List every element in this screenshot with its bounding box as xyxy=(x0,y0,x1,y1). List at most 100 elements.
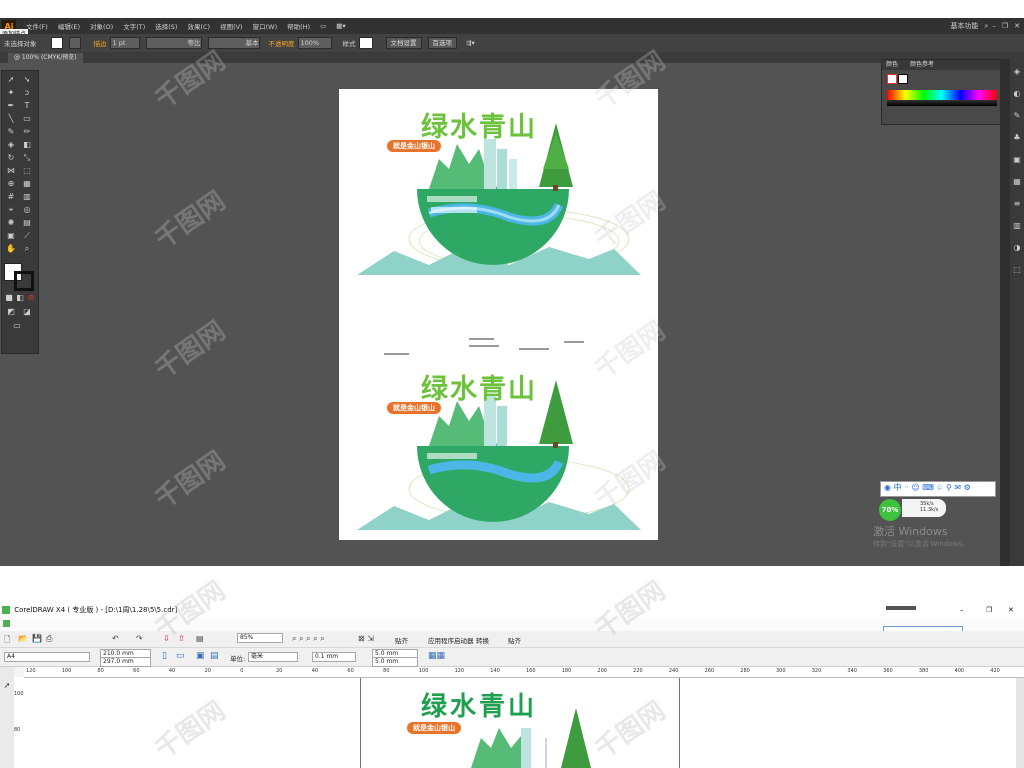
color-mode-icon[interactable]: ■ xyxy=(4,293,14,303)
slice-tool-icon[interactable]: ⟋ xyxy=(22,231,32,241)
lasso-icon[interactable]: ↄ xyxy=(22,88,32,98)
duplicate-y-field[interactable]: 5.0 mm xyxy=(372,657,418,667)
redo-icon[interactable]: ↷ xyxy=(136,634,143,643)
paste-button[interactable]: 贴齐 xyxy=(508,635,521,645)
transform-icon[interactable]: ⬚ xyxy=(1012,265,1022,275)
undo-icon[interactable]: ↶ xyxy=(112,634,119,643)
menu-window[interactable]: 窗口(W) xyxy=(253,21,278,31)
landscape-icon[interactable]: ▭ xyxy=(176,651,185,661)
opacity-field[interactable]: 100% xyxy=(297,37,332,49)
pick-tool-icon[interactable]: ➚ xyxy=(2,681,12,691)
search-icon[interactable]: ⌕ xyxy=(984,22,988,31)
draw-mode-icon[interactable]: ◩ xyxy=(6,307,16,317)
zoom-level-field[interactable]: 85% xyxy=(237,633,283,643)
gradient-panel-icon[interactable]: ▥ xyxy=(1012,221,1022,231)
cd-restore-icon[interactable]: ❐ xyxy=(986,603,992,617)
print-icon[interactable]: ⎙ xyxy=(46,634,52,644)
stroke-weight-field[interactable]: 1 pt xyxy=(109,37,140,49)
new-doc-icon[interactable]: 🗋 xyxy=(4,634,10,648)
scrollbar-vertical[interactable] xyxy=(1000,59,1010,566)
align-icon[interactable]: ⇶▾ xyxy=(466,39,475,47)
artboard-tool-icon[interactable]: ▣ xyxy=(6,231,16,241)
save-icon[interactable]: 💾 xyxy=(32,634,42,643)
restore-icon[interactable]: ❐ xyxy=(1002,22,1008,30)
cd-close-icon[interactable]: ✕ xyxy=(1008,603,1014,617)
hand-tool-icon[interactable]: ✋ xyxy=(6,244,16,254)
paper-size-select[interactable]: A4 xyxy=(4,652,90,662)
paintbrush-icon[interactable]: ✎ xyxy=(6,127,16,137)
arrange-icon[interactable]: ▭ xyxy=(320,22,326,30)
menu-view[interactable]: 视图(V) xyxy=(220,21,243,31)
layout-icon[interactable]: ▦▾ xyxy=(336,22,345,30)
none-mode-icon[interactable]: ⊘ xyxy=(26,293,36,303)
shape-builder-icon[interactable]: ⊕ xyxy=(6,179,16,189)
swatches-icon[interactable]: ▦ xyxy=(1012,177,1022,187)
current-page-icon[interactable]: ▤ xyxy=(210,651,219,661)
rectangle-tool-icon[interactable]: ▭ xyxy=(22,114,32,124)
workspace-switcher[interactable]: 基本功能 xyxy=(950,21,978,31)
crop-icon[interactable]: ⊠ ⇲ xyxy=(358,634,374,643)
graphic-styles-icon[interactable]: ▣ xyxy=(1012,155,1022,165)
menu-select[interactable]: 选择(S) xyxy=(155,21,177,31)
symbol-sprayer-icon[interactable]: ✺ xyxy=(6,218,16,228)
mesh-icon[interactable]: # xyxy=(6,192,16,202)
minimize-icon[interactable]: – xyxy=(992,22,996,30)
blob-brush-icon[interactable]: ◈ xyxy=(6,140,16,150)
treat-as-filled-icon[interactable]: ▦▦ xyxy=(428,651,445,661)
menu-type[interactable]: 文字(T) xyxy=(123,21,145,31)
transform-button[interactable]: 转换 xyxy=(476,635,489,645)
menu-object[interactable]: 对象(O) xyxy=(90,21,113,31)
type-tool-icon[interactable]: T xyxy=(22,101,32,111)
screen-mode-icon[interactable]: ▭ xyxy=(12,321,22,331)
color-spectrum[interactable] xyxy=(887,90,997,100)
layers-icon[interactable]: ◈ xyxy=(1012,67,1022,77)
color-guide-tab[interactable]: 颜色参考 xyxy=(910,61,934,68)
zoom-tools-icon[interactable]: ⌕ ⌕ ⌕ ⌕ ⌕ xyxy=(292,634,325,644)
cd-vertical-scrollbar[interactable] xyxy=(1016,678,1024,768)
menu-help[interactable]: 帮助(H) xyxy=(287,21,310,31)
ime-toolbar[interactable]: ◉ 中 ◦ ☺ ⌨ ♧ ⚲ ✉ ⚙ xyxy=(880,481,996,497)
eyedropper-icon[interactable]: ⌖ xyxy=(6,205,16,215)
snap-button[interactable]: 贴齐 xyxy=(395,635,408,645)
close-icon[interactable]: ✕ xyxy=(1014,22,1020,30)
blend-icon[interactable]: ◎ xyxy=(22,205,32,215)
graphic-style-swatch[interactable] xyxy=(358,37,373,49)
scale-icon[interactable]: ⤡ xyxy=(22,153,32,163)
none-swatch[interactable] xyxy=(887,74,897,84)
rotate-icon[interactable]: ↻ xyxy=(6,153,16,163)
app-launcher-icon[interactable]: ▤ xyxy=(196,634,204,643)
page-height-field[interactable]: 297.0 mm xyxy=(100,657,151,667)
cd-minimize-icon[interactable]: – xyxy=(960,603,964,617)
launcher-button[interactable]: 应用程序启动器 xyxy=(428,635,474,645)
all-pages-icon[interactable]: ▣ xyxy=(196,651,205,661)
network-speed-ball[interactable]: 70% xyxy=(879,499,901,521)
selection-tool-icon[interactable]: ➚ xyxy=(6,75,16,85)
variable-width-profile[interactable]: 等比 xyxy=(145,37,202,49)
nudge-field[interactable]: 0.1 mm xyxy=(312,652,356,662)
draw-inside-icon[interactable]: ◪ xyxy=(22,307,32,317)
pencil-icon[interactable]: ✏ xyxy=(22,127,32,137)
pen-tool-icon[interactable]: ✒ xyxy=(6,101,16,111)
width-tool-icon[interactable]: ⋈ xyxy=(6,166,16,176)
direct-selection-icon[interactable]: ➘ xyxy=(22,75,32,85)
symbols-icon[interactable]: ♣ xyxy=(1012,133,1022,143)
magic-wand-icon[interactable]: ✦ xyxy=(6,88,16,98)
menu-effect[interactable]: 效果(C) xyxy=(187,21,210,31)
color-panel[interactable]: 颜色 颜色参考 xyxy=(881,59,1003,125)
stroke-swatch[interactable] xyxy=(68,37,81,49)
zoom-tool-icon[interactable]: ⌕ xyxy=(22,244,32,254)
eraser-icon[interactable]: ◧ xyxy=(22,140,32,150)
fill-swatch[interactable] xyxy=(50,37,63,49)
portrait-icon[interactable]: ▯ xyxy=(162,651,167,661)
units-select[interactable]: 毫米 xyxy=(248,652,298,662)
free-transform-icon[interactable]: ⬚ xyxy=(22,166,32,176)
graph-tool-icon[interactable]: ▤ xyxy=(22,218,32,228)
menu-edit[interactable]: 编辑(E) xyxy=(58,21,80,31)
stroke-panel-icon[interactable]: ≡ xyxy=(1012,199,1022,209)
menu-file[interactable]: 文件(F) xyxy=(26,21,48,31)
color-tab[interactable]: 颜色 xyxy=(886,61,898,68)
perspective-grid-icon[interactable]: ▦ xyxy=(22,179,32,189)
transparency-icon[interactable]: ◑ xyxy=(1012,243,1022,253)
line-tool-icon[interactable]: ╲ xyxy=(6,114,16,124)
preferences-button[interactable]: 首选项 xyxy=(427,37,457,49)
